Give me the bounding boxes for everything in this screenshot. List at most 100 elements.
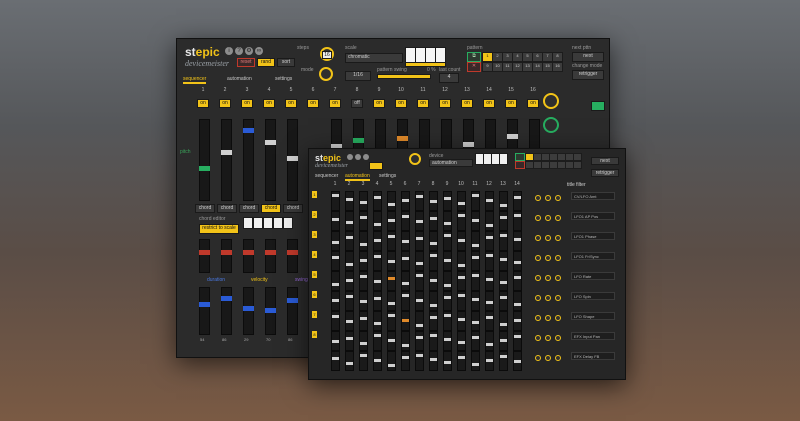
restrict-to-scale-button[interactable]: restrict to scale [199,224,239,234]
automation-step-slider[interactable] [373,211,382,231]
automation-step-slider[interactable] [359,231,368,251]
lane-knob[interactable] [535,295,541,301]
slider-thumb[interactable] [444,296,451,299]
slider-thumb[interactable] [402,294,409,297]
lane-knob[interactable] [555,275,561,281]
sort-button[interactable]: sort [277,58,295,67]
automation-step-slider[interactable] [443,211,452,231]
slider-thumb[interactable] [486,278,493,281]
slider-thumb[interactable] [458,294,465,297]
automation-step-slider[interactable] [471,351,480,371]
slider-thumb[interactable] [486,301,493,304]
slider-thumb[interactable] [221,296,232,301]
lane-knob[interactable] [535,355,541,361]
automation-step-slider[interactable] [387,331,396,351]
automation-step-slider[interactable] [485,231,494,251]
slider-thumb[interactable] [416,237,423,240]
automation-step-slider[interactable] [387,251,396,271]
step-toggle[interactable]: on [219,99,231,108]
automation-step-slider[interactable] [471,251,480,271]
slider-thumb[interactable] [486,359,493,362]
info-icon[interactable] [347,154,353,160]
automation-step-slider[interactable] [345,311,354,331]
slider-thumb[interactable] [500,323,507,326]
chord-button[interactable]: chord [239,204,259,213]
lane-knob[interactable] [555,295,561,301]
lane-knob[interactable] [545,295,551,301]
slider-thumb[interactable] [388,364,395,367]
step-toggle[interactable]: on [263,99,275,108]
automation-step-slider[interactable] [359,351,368,371]
automation-step-slider[interactable] [387,311,396,331]
slider-thumb[interactable] [514,214,521,217]
automation-step-slider[interactable] [387,291,396,311]
slider-thumb[interactable] [486,254,493,257]
change-dropdown[interactable]: retrigger [591,169,619,177]
automation-step-slider[interactable] [443,191,452,211]
automation-step-slider[interactable] [415,251,424,271]
slider-thumb[interactable] [444,314,451,317]
slider-thumb[interactable] [360,342,367,345]
lane-knob[interactable] [535,315,541,321]
slider-thumb[interactable] [458,318,465,321]
slider-thumb[interactable] [416,195,423,198]
automation-step-slider[interactable] [457,351,466,371]
automation-step-slider[interactable] [485,351,494,371]
step-toggle[interactable]: on [197,99,209,108]
mode-dropdown[interactable]: 1/16 [345,71,371,81]
automation-step-slider[interactable] [387,231,396,251]
pitch-slider[interactable] [287,119,298,201]
step-toggle[interactable]: on [395,99,407,108]
automation-step-slider[interactable] [429,251,438,271]
lane-number[interactable]: 2 [312,211,317,218]
slider-thumb[interactable] [374,223,381,226]
automation-step-slider[interactable] [401,231,410,251]
automation-step-slider[interactable] [415,271,424,291]
automation-step-slider[interactable] [373,231,382,251]
slider-thumb[interactable] [374,334,381,337]
slider-thumb[interactable] [416,274,423,277]
parameter-label[interactable]: LFO Shape [571,312,615,320]
automation-step-slider[interactable] [401,211,410,231]
step-toggle[interactable]: on [241,99,253,108]
automation-step-slider[interactable] [401,251,410,271]
automation-step-slider[interactable] [457,271,466,291]
slider-thumb[interactable] [388,339,395,342]
automation-step-slider[interactable] [401,291,410,311]
lane-knob[interactable] [545,335,551,341]
chord-key[interactable] [273,217,283,229]
automation-step-slider[interactable] [499,291,508,311]
lane-knob[interactable] [535,215,541,221]
automation-step-slider[interactable] [373,251,382,271]
steps-knob[interactable] [409,153,421,165]
slider-thumb[interactable] [416,262,423,265]
automation-step-slider[interactable] [345,351,354,371]
automation-step-slider[interactable] [471,191,480,211]
slider-thumb[interactable] [402,240,409,243]
octave-slider[interactable] [265,239,276,273]
slider-thumb[interactable] [486,316,493,319]
piano-key[interactable] [499,153,508,165]
slider-thumb[interactable] [346,236,353,239]
change-dropdown[interactable]: retrigger [572,70,604,80]
automation-step-slider[interactable] [499,311,508,331]
lane-knob[interactable] [555,355,561,361]
octave-slider[interactable] [221,239,232,273]
global-knob[interactable] [543,93,559,109]
automation-step-slider[interactable] [485,191,494,211]
slider-thumb[interactable] [463,142,474,147]
lane-knob[interactable] [535,335,541,341]
slider-thumb[interactable] [332,218,339,221]
chord-key[interactable] [263,217,273,229]
automation-step-slider[interactable] [499,271,508,291]
automation-step-slider[interactable] [471,271,480,291]
automation-step-slider[interactable] [471,291,480,311]
automation-step-slider[interactable] [401,351,410,371]
slider-thumb[interactable] [374,322,381,325]
slider-thumb[interactable] [360,201,367,204]
slider-thumb[interactable] [500,339,507,342]
automation-step-slider[interactable] [499,211,508,231]
parameter-label[interactable]: EFX Input Pan [571,332,615,340]
automation-step-slider[interactable] [457,331,466,351]
automation-step-slider[interactable] [513,271,522,291]
